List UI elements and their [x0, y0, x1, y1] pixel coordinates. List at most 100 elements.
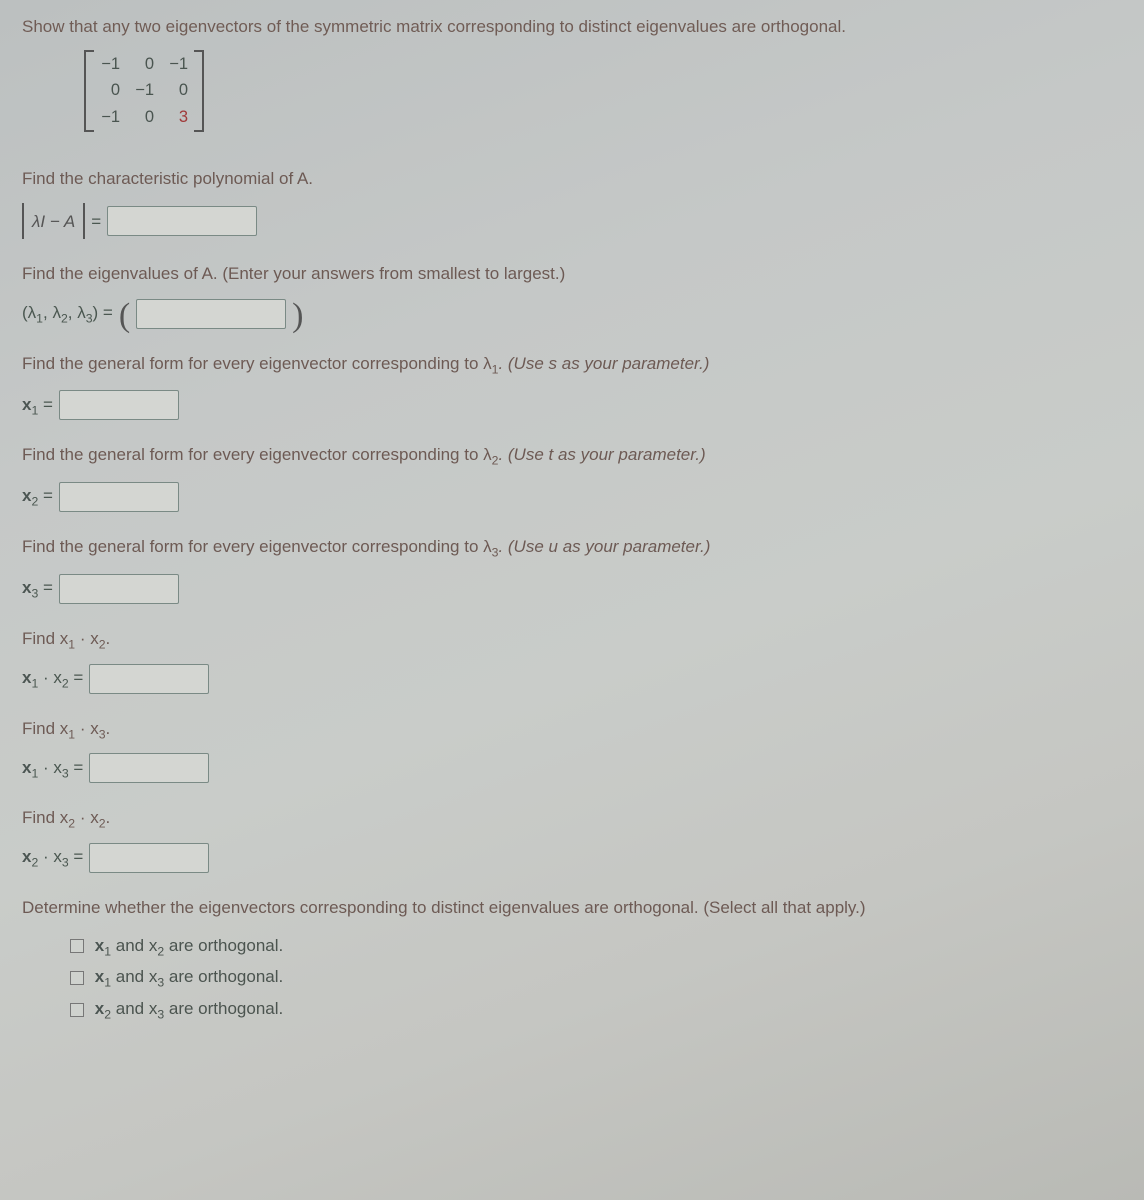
ev2-prompt-b: . (Use t as your parameter.): [498, 445, 705, 464]
d23-eq: =: [69, 847, 84, 866]
d12-ldot: · x: [38, 668, 62, 687]
option-3-row: x2 and x3 are orthogonal.: [70, 996, 1122, 1024]
ev3-eq: =: [38, 578, 53, 597]
dot12-input[interactable]: [89, 664, 209, 694]
m-r2c1: 0: [100, 78, 120, 103]
prompt-dot23: Find x2 · x2.: [22, 805, 1122, 833]
matrix-display: −1 0 −1 0 −1 0 −1 0 3: [84, 50, 204, 132]
ev1-prompt-a: Find the general form for every eigenvec…: [22, 354, 492, 373]
dot13-input[interactable]: [89, 753, 209, 783]
o3-end: are orthogonal.: [164, 999, 283, 1018]
ev3-prompt-a: Find the general form for every eigenvec…: [22, 537, 492, 556]
ev2-eq: =: [38, 486, 53, 505]
m-r2c2: −1: [134, 78, 154, 103]
o2-mid: and x: [111, 967, 157, 986]
bracket-left-icon: [84, 50, 94, 132]
ev2-prompt-a: Find the general form for every eigenvec…: [22, 445, 492, 464]
ev2-row: x2 =: [22, 482, 1122, 512]
ev3-input[interactable]: [59, 574, 179, 604]
ev1-lhs: x1 =: [22, 392, 53, 420]
ev3-lhs: x3 =: [22, 575, 53, 603]
d12-s2: 2: [99, 637, 106, 651]
checkbox-3[interactable]: [70, 1003, 84, 1017]
determinant-bars-icon: λI − A: [22, 203, 85, 239]
o3-mid: and x: [111, 999, 157, 1018]
o3-s1: 2: [104, 1008, 111, 1022]
question-intro: Show that any two eigenvectors of the sy…: [22, 14, 1122, 40]
ev2-input[interactable]: [59, 482, 179, 512]
eig-l3: λ: [77, 303, 86, 322]
bracket-right-icon: [194, 50, 204, 132]
d13-s2: 3: [99, 727, 106, 741]
eig-rparen: ) =: [93, 303, 113, 322]
prompt-dot13: Find x1 · x3.: [22, 716, 1122, 744]
prompt-ev1: Find the general form for every eigenvec…: [22, 351, 1122, 379]
prompt-determine: Determine whether the eigenvectors corre…: [22, 895, 1122, 921]
eigenvalue-row: (λ1, λ2, λ3) = ( ): [22, 299, 1122, 329]
m-r3c2: 0: [134, 105, 154, 130]
ev3-prompt-b: . (Use u as your parameter.): [498, 537, 710, 556]
d13-ls2: 3: [62, 766, 69, 780]
matrix-grid: −1 0 −1 0 −1 0 −1 0 3: [94, 50, 194, 132]
d13-ldot: · x: [38, 758, 62, 777]
o2-s1: 1: [104, 976, 111, 990]
o2-x1: x: [95, 967, 104, 986]
eig-c2: ,: [68, 303, 77, 322]
prompt-dot12: Find x1 · x2.: [22, 626, 1122, 654]
d23-find: Find x: [22, 808, 68, 827]
charpoly-input[interactable]: [107, 206, 257, 236]
d23-period: .: [106, 808, 111, 827]
prompt-ev2: Find the general form for every eigenvec…: [22, 442, 1122, 470]
d13-dot: · x: [75, 719, 99, 738]
eig-l2: λ: [52, 303, 61, 322]
ev1-prompt-b: . (Use s as your parameter.): [498, 354, 709, 373]
o2-end: are orthogonal.: [164, 967, 283, 986]
dot12-lhs: x1 · x2 =: [22, 665, 83, 693]
dot13-row: x1 · x3 =: [22, 753, 1122, 783]
o1-end: are orthogonal.: [164, 936, 283, 955]
dot23-lhs: x2 · x3 =: [22, 844, 83, 872]
d12-find: Find x: [22, 629, 68, 648]
d23-dot: · x: [75, 808, 99, 827]
dot13-lhs: x1 · x3 =: [22, 755, 83, 783]
checkbox-1[interactable]: [70, 939, 84, 953]
o3-x1: x: [95, 999, 104, 1018]
eigenvalues-input[interactable]: [136, 299, 286, 329]
ev2-lhs: x2 =: [22, 483, 53, 511]
option-1-row: x1 and x2 are orthogonal.: [70, 933, 1122, 961]
dot23-input[interactable]: [89, 843, 209, 873]
o1-mid: and x: [111, 936, 157, 955]
d12-eq: =: [69, 668, 84, 687]
charpoly-row: λI − A =: [22, 203, 1122, 239]
m-r1c3: −1: [168, 52, 188, 77]
ev3-row: x3 =: [22, 574, 1122, 604]
equals-sign: =: [91, 209, 101, 235]
d23-ls2: 3: [62, 856, 69, 870]
dot23-row: x2 · x3 =: [22, 843, 1122, 873]
d23-ldot: · x: [38, 847, 62, 866]
d23-s2: 2: [99, 817, 106, 831]
o1-s1: 1: [104, 944, 111, 958]
option-2-row: x1 and x3 are orthogonal.: [70, 964, 1122, 992]
eig-lhs: (λ1, λ2, λ3) =: [22, 300, 113, 328]
ev1-eq: =: [38, 395, 53, 414]
ev1-input[interactable]: [59, 390, 179, 420]
det-label: λI − A: [32, 209, 75, 235]
d12-dot: · x: [75, 629, 99, 648]
d13-eq: =: [69, 758, 84, 777]
m-r3c1: −1: [100, 105, 120, 130]
d12-ls2: 2: [62, 676, 69, 690]
eig-lparen: (λ: [22, 303, 36, 322]
checkbox-2[interactable]: [70, 971, 84, 985]
m-r1c1: −1: [100, 52, 120, 77]
m-r3c3: 3: [168, 105, 188, 130]
prompt-ev3: Find the general form for every eigenvec…: [22, 534, 1122, 562]
d13-period: .: [106, 719, 111, 738]
d13-find: Find x: [22, 719, 68, 738]
prompt-eigenvalues: Find the eigenvalues of A. (Enter your a…: [22, 261, 1122, 287]
d12-period: .: [106, 629, 111, 648]
dot12-row: x1 · x2 =: [22, 664, 1122, 694]
m-r1c2: 0: [134, 52, 154, 77]
ev1-row: x1 =: [22, 390, 1122, 420]
o1-x1: x: [95, 936, 104, 955]
